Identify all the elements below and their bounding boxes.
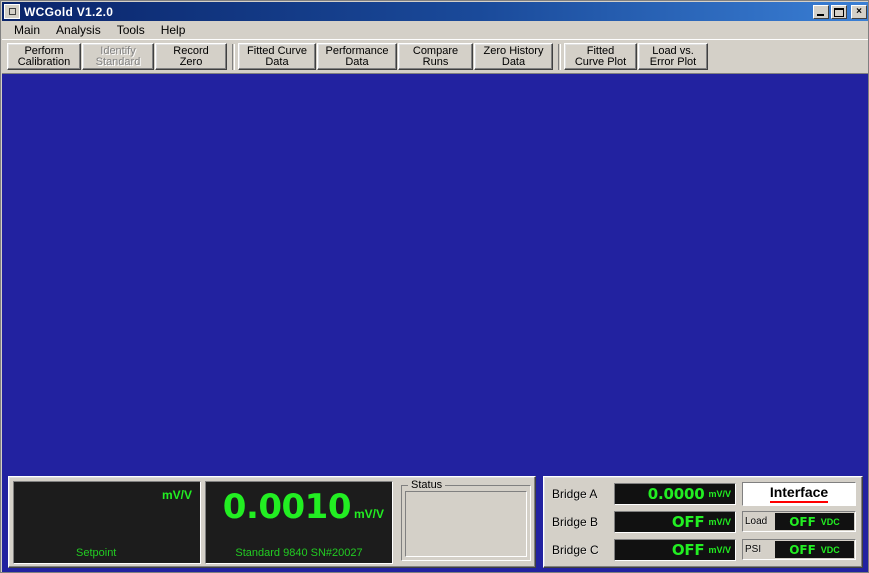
menu-item-help[interactable]: Help	[155, 22, 194, 39]
status-title: Status	[408, 479, 445, 491]
bridge-c-label: Bridge C	[552, 543, 614, 557]
fitted-curve-plot-button[interactable]: Fitted Curve Plot	[564, 43, 637, 70]
psi-label: PSI	[745, 544, 775, 555]
psi-readout: OFF VDC	[775, 541, 854, 558]
app-window-icon	[4, 4, 20, 19]
load-row: Load OFF VDC	[742, 511, 856, 532]
load-readout: OFF VDC	[775, 513, 854, 530]
standard-caption: Standard 9840 SN#20027	[206, 547, 392, 559]
maximize-icon	[834, 8, 844, 17]
bridge-row-b: Bridge B OFF mV/V	[552, 510, 736, 533]
bridge-a-value: 0.0000	[648, 485, 705, 503]
application-window: WCGold V1.2.0 × Main Analysis Tools Help…	[0, 0, 869, 573]
standard-value: 0.0010	[223, 488, 351, 526]
perform-calibration-button[interactable]: Perform Calibration	[7, 43, 81, 70]
bridge-a-readout: 0.0000 mV/V	[614, 483, 736, 505]
psi-row: PSI OFF VDC	[742, 539, 856, 560]
toolbar-separator-2	[558, 44, 561, 70]
setpoint-unit: mV/V	[162, 488, 192, 502]
bridge-c-readout: OFF mV/V	[614, 539, 736, 561]
minimize-button[interactable]	[813, 5, 829, 19]
status-text-area[interactable]	[405, 491, 527, 557]
bridge-a-label: Bridge A	[552, 487, 614, 501]
interface-label: Interface	[770, 485, 828, 503]
menu-item-tools[interactable]: Tools	[111, 22, 153, 39]
compare-runs-button[interactable]: Compare Runs	[398, 43, 473, 70]
bridge-row-c: Bridge C OFF mV/V	[552, 538, 736, 561]
menu-bar: Main Analysis Tools Help	[2, 21, 869, 39]
bridge-c-value: OFF	[672, 541, 705, 559]
load-unit: VDC	[821, 517, 840, 527]
setpoint-caption: Setpoint	[14, 547, 200, 559]
identify-standard-button: Identify Standard	[82, 43, 154, 70]
title-bar: WCGold V1.2.0 ×	[2, 2, 869, 21]
close-button[interactable]: ×	[851, 5, 867, 19]
record-zero-button[interactable]: Record Zero	[155, 43, 227, 70]
bridge-b-unit: mV/V	[708, 517, 731, 527]
close-icon: ×	[852, 6, 866, 18]
bridge-b-readout: OFF mV/V	[614, 511, 736, 533]
window-title: WCGold V1.2.0	[24, 5, 813, 19]
performance-data-button[interactable]: Performance Data	[317, 43, 397, 70]
psi-value: OFF	[789, 543, 816, 557]
toolbar-separator-1	[232, 44, 235, 70]
minimize-icon	[817, 14, 824, 16]
readout-panel: mV/V Setpoint 0.0010 mV/V Standard 9840 …	[8, 476, 536, 568]
standard-value-row: 0.0010 mV/V	[206, 488, 392, 526]
window-controls: ×	[813, 5, 867, 19]
maximize-button[interactable]	[831, 5, 847, 19]
bridge-c-unit: mV/V	[708, 545, 731, 555]
bridge-b-value: OFF	[672, 513, 705, 531]
setpoint-value-row: mV/V	[14, 488, 200, 502]
psi-unit: VDC	[821, 545, 840, 555]
bridge-a-unit: mV/V	[708, 489, 731, 499]
interface-button[interactable]: Interface	[742, 482, 856, 506]
zero-history-data-button[interactable]: Zero History Data	[474, 43, 553, 70]
fitted-curve-data-button[interactable]: Fitted Curve Data	[238, 43, 316, 70]
status-groupbox: Status	[401, 485, 531, 561]
load-value: OFF	[789, 515, 816, 529]
load-vs-error-plot-button[interactable]: Load vs. Error Plot	[638, 43, 708, 70]
setpoint-readout: mV/V Setpoint	[13, 481, 201, 564]
bridge-panel: Bridge A 0.0000 mV/V Bridge B OFF mV/V B…	[543, 476, 863, 568]
menu-item-analysis[interactable]: Analysis	[50, 22, 109, 39]
toolbar: Perform Calibration Identify Standard Re…	[2, 39, 869, 74]
standard-readout: 0.0010 mV/V Standard 9840 SN#20027	[205, 481, 393, 564]
standard-unit: mV/V	[354, 507, 384, 521]
menu-item-main[interactable]: Main	[8, 22, 48, 39]
bridge-b-label: Bridge B	[552, 515, 614, 529]
load-label: Load	[745, 516, 775, 527]
bridge-row-a: Bridge A 0.0000 mV/V	[552, 482, 736, 505]
